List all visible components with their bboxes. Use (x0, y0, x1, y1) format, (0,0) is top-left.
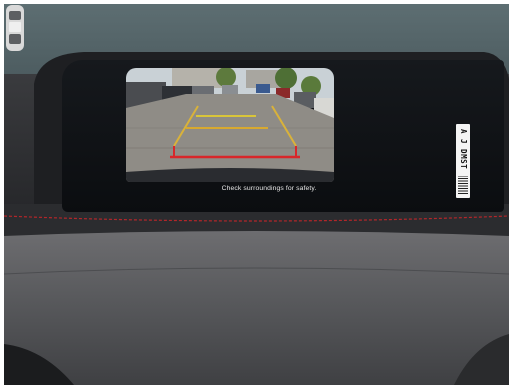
dashboard-photo: Check surroundings for safety. A J DMST (4, 4, 509, 385)
dealer-sticker-text: A J DMST (459, 128, 468, 170)
dealer-sticker: A J DMST (456, 124, 470, 198)
safety-caption: Check surroundings for safety. (221, 185, 317, 192)
barcode-icon (458, 176, 468, 194)
camera-feed (126, 68, 334, 182)
car-top-view-icon (6, 5, 24, 51)
rear-camera-view (126, 68, 334, 182)
